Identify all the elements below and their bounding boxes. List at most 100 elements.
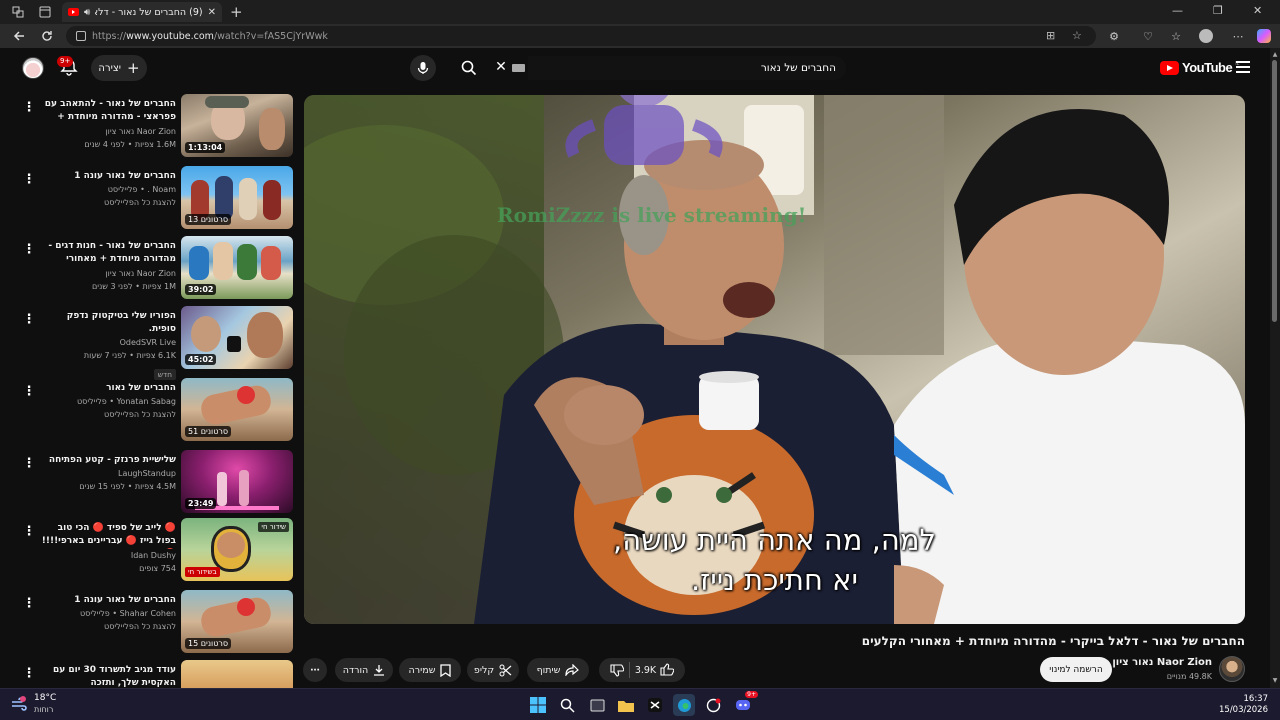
windows-start-icon[interactable] xyxy=(527,694,549,716)
address-bar[interactable]: https://www.youtube.com/watch?v=fAS5CjYr… xyxy=(66,26,1096,46)
voice-search-button[interactable] xyxy=(410,55,436,81)
recommendation-item[interactable]: ⋮ הפוריו שלי בטיקטוק נדפק סופית. OdedSVR… xyxy=(0,306,300,380)
copilot-icon[interactable] xyxy=(1256,28,1272,44)
save-button[interactable]: שמירה xyxy=(399,658,461,682)
playlist-link[interactable]: להצגת כל הפלייליסט xyxy=(40,408,176,421)
recommendation-thumbnail[interactable]: 23:49 xyxy=(181,450,293,513)
search-button[interactable] xyxy=(448,54,490,82)
recommendation-title[interactable]: החברים של נאור - חנות דגים - מהדורה מיוח… xyxy=(40,240,176,267)
more-actions-icon[interactable]: ⋮ xyxy=(22,666,36,682)
recommendation-channel[interactable]: LaughStandup xyxy=(40,467,176,480)
workspaces-icon[interactable] xyxy=(10,4,26,20)
more-actions-icon[interactable]: ⋮ xyxy=(22,524,36,540)
recommendation-thumbnail[interactable]: 45:02 xyxy=(181,306,293,369)
back-icon[interactable] xyxy=(10,27,28,45)
recommendation-channel[interactable]: Naor Zion נאור ציון xyxy=(40,125,176,138)
browser-tab-youtube[interactable]: 🔊︎ (9) החברים של נאור - דלאל ✕ xyxy=(62,2,222,22)
extensions-icon[interactable]: ⚙ xyxy=(1106,28,1122,44)
recommendation-item[interactable]: ⋮ 🔴 לייב של ספיד 🔴 הכי טוב בפול גייז 🔴 ע… xyxy=(0,518,300,584)
search-input[interactable] xyxy=(528,56,846,80)
scrollbar-thumb[interactable] xyxy=(1272,60,1277,322)
recommendation-thumbnail[interactable] xyxy=(181,660,293,688)
subscribe-button[interactable]: הרשמה למינוי xyxy=(1040,657,1112,682)
recommendation-title[interactable]: החברים של נאור xyxy=(40,382,176,395)
playlist-thumbnail[interactable]: 51 סרטונים xyxy=(181,378,293,441)
restore-icon[interactable]: ❐ xyxy=(1213,4,1223,17)
recommendation-channel[interactable]: OdedSVR Live xyxy=(40,336,176,349)
scroll-up-icon[interactable]: ▲ xyxy=(1270,50,1280,60)
recommendation-item[interactable]: ⋮ החברים של נאור Yonatan Sabag • פלייליס… xyxy=(0,378,300,444)
minimize-icon[interactable]: — xyxy=(1172,4,1183,17)
share-button[interactable]: שיתוף xyxy=(527,658,589,682)
browser-essentials-icon[interactable]: ♡ xyxy=(1140,28,1156,44)
recommendation-title[interactable]: החברים של נאור עונה 1 xyxy=(40,170,176,183)
site-info-icon[interactable] xyxy=(76,31,86,41)
recommendation-thumbnail[interactable]: 1:13:04 xyxy=(181,94,293,157)
weather-widget[interactable]: 18°C רוחות xyxy=(10,693,56,715)
playlist-thumbnail[interactable]: 13 סרטונים xyxy=(181,166,293,229)
recommendation-item[interactable]: ⋮ עודד מגיב לתשרוד 30 יום עם האקסית שלך,… xyxy=(0,660,300,688)
recommendation-title[interactable]: החברים של נאור - להתאהב עם פפראצי - מהדו… xyxy=(40,98,176,125)
youtube-logo[interactable]: YouTube IL xyxy=(1160,60,1239,75)
more-actions-icon[interactable]: ⋮ xyxy=(22,242,36,258)
recommendation-thumbnail[interactable]: 39:02 xyxy=(181,236,293,299)
recommendation-title[interactable]: הפוריו שלי בטיקטוק נדפק סופית. xyxy=(40,310,176,336)
taskbar-search-icon[interactable] xyxy=(556,694,578,716)
download-button[interactable]: הורדה xyxy=(335,658,393,682)
close-tab-icon[interactable]: ✕ xyxy=(208,7,216,18)
clip-button[interactable]: קליפ xyxy=(467,658,519,682)
recommendation-item[interactable]: ⋮ החברים של נאור עונה 1 Shahar Cohen • פ… xyxy=(0,590,300,656)
like-button[interactable]: 3.9K xyxy=(635,663,675,677)
more-options-icon[interactable]: ⋯ xyxy=(1230,28,1246,44)
recommendation-channel[interactable]: Shahar Cohen • פלייליסט xyxy=(40,607,176,620)
recommendation-item[interactable]: ⋮ שלישיית פרנזק - קטע הפתיחה LaughStandu… xyxy=(0,450,300,516)
playlist-thumbnail[interactable]: 15 סרטונים xyxy=(181,590,293,653)
task-view-icon[interactable] xyxy=(586,694,608,716)
speaker-icon[interactable]: 🔊︎ xyxy=(84,7,90,18)
more-actions-icon[interactable]: ⋮ xyxy=(22,384,36,400)
profile-icon[interactable] xyxy=(1198,28,1214,44)
recommendation-channel[interactable]: Idan Dushy xyxy=(40,549,176,562)
close-window-icon[interactable]: ✕ xyxy=(1253,4,1262,17)
app-available-icon[interactable]: ⊞ xyxy=(1046,29,1055,42)
recommendation-item[interactable]: ⋮ החברים של נאור - להתאהב עם פפראצי - מה… xyxy=(0,94,300,160)
clear-search-icon[interactable]: ✕ xyxy=(492,58,510,76)
recommendation-channel[interactable]: Noam . • פלייליסט xyxy=(40,183,176,196)
recommendation-title[interactable]: עודד מגיב לתשרוד 30 יום עם האקסית שלך, ו… xyxy=(40,664,176,688)
recommendation-title[interactable]: 🔴 לייב של ספיד 🔴 הכי טוב בפול גייז 🔴 עבר… xyxy=(40,522,176,549)
chatgpt-icon[interactable] xyxy=(702,694,724,716)
favorites-icon[interactable]: ☆ xyxy=(1168,28,1184,44)
more-actions-icon[interactable]: ⋮ xyxy=(22,456,36,472)
favorite-star-icon[interactable]: ☆ xyxy=(1072,29,1082,42)
live-thumbnail[interactable]: שידור חי בשידור חי xyxy=(181,518,293,581)
guide-menu-icon[interactable] xyxy=(1236,61,1250,73)
new-tab-icon[interactable]: + xyxy=(230,3,243,21)
channel-avatar[interactable] xyxy=(1219,656,1245,682)
create-button[interactable]: יצירה + xyxy=(91,55,147,81)
file-explorer-icon[interactable] xyxy=(615,694,637,716)
playlist-link[interactable]: להצגת כל הפלייליסט xyxy=(40,620,176,633)
channel-name[interactable]: Naor Zion נאור ציון xyxy=(1112,657,1212,668)
keyboard-icon[interactable] xyxy=(512,64,525,72)
video-player[interactable]: RomiZzzz is live streaming! למה, מה אתה … xyxy=(304,95,1245,624)
more-actions-icon[interactable]: ⋮ xyxy=(22,100,36,116)
reload-icon[interactable] xyxy=(38,27,56,45)
more-actions-icon[interactable]: ⋮ xyxy=(22,172,36,188)
capcut-icon[interactable] xyxy=(644,694,666,716)
more-actions-icon[interactable]: ⋮ xyxy=(22,596,36,612)
playlist-link[interactable]: להצגת כל הפלייליסט xyxy=(40,196,176,209)
recommendation-title[interactable]: שלישיית פרנזק - קטע הפתיחה xyxy=(40,454,176,467)
discord-icon[interactable]: 9+ xyxy=(732,691,758,716)
more-actions-button[interactable]: ⋯ xyxy=(303,658,327,682)
more-actions-icon[interactable]: ⋮ xyxy=(22,312,36,328)
system-clock[interactable]: 16:37 15/03/2026 xyxy=(1212,694,1268,716)
account-avatar[interactable] xyxy=(22,57,44,79)
recommendation-channel[interactable]: Yonatan Sabag • פלייליסט xyxy=(40,395,176,408)
tab-actions-icon[interactable] xyxy=(37,4,53,20)
recommendation-channel[interactable]: Naor Zion נאור ציון xyxy=(40,267,176,280)
dislike-button[interactable] xyxy=(610,663,624,677)
recommendation-item[interactable]: ⋮ החברים של נאור עונה 1 Noam . • פלייליס… xyxy=(0,166,300,232)
recommendation-item[interactable]: ⋮ החברים של נאור - חנות דגים - מהדורה מי… xyxy=(0,236,300,302)
scroll-down-icon[interactable]: ▼ xyxy=(1270,676,1280,686)
recommendation-title[interactable]: החברים של נאור עונה 1 xyxy=(40,594,176,607)
